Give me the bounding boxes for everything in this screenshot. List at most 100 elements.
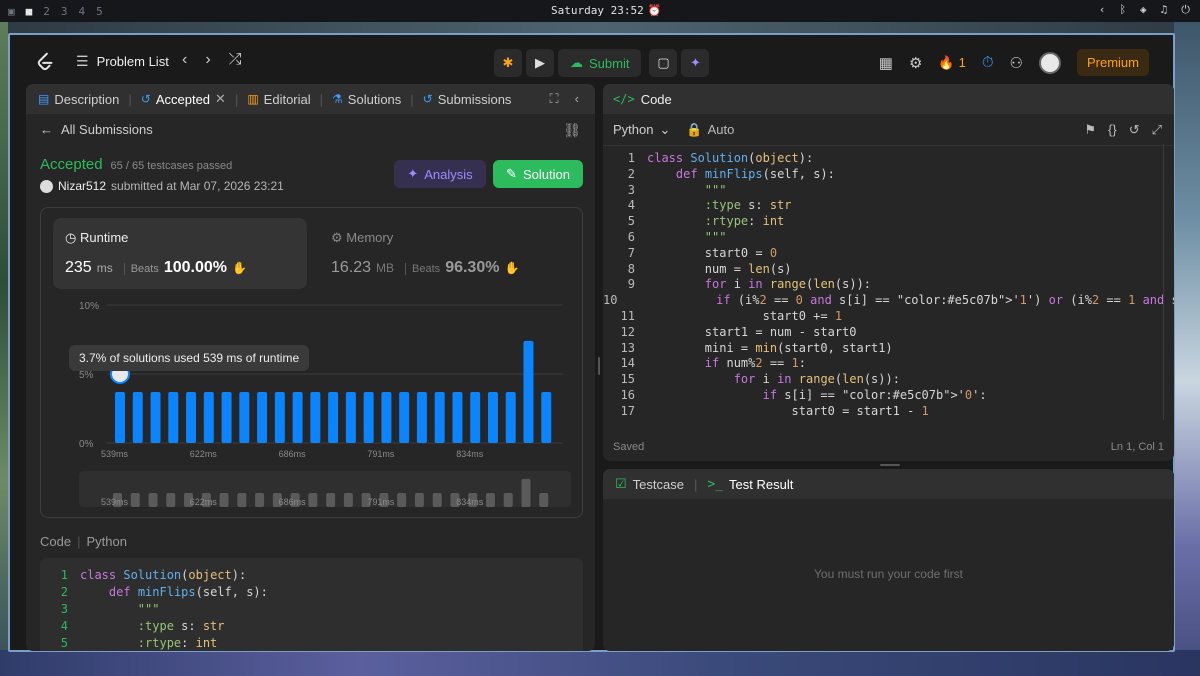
- code-editor[interactable]: 1 class Solution(object): 2 def minFlips(s…: [603, 151, 1174, 423]
- code-line[interactable]: 14 if num%2 == 1:: [603, 356, 1174, 372]
- clock[interactable]: Saturday 23:52 ⏰: [551, 4, 661, 17]
- chart-bar[interactable]: [310, 391, 321, 443]
- runtime-card[interactable]: ◷ Runtime 235 ms Beats 100.00% ✋: [53, 218, 307, 289]
- code-line[interactable]: 7 start0 = 0: [603, 246, 1174, 262]
- chart-bar[interactable]: [132, 391, 143, 443]
- tab-solutions[interactable]: ⚗ Solutions: [332, 92, 401, 107]
- debug-button[interactable]: ✱: [494, 49, 522, 77]
- chart-bar[interactable]: [363, 391, 374, 443]
- timer-icon[interactable]: ⏱: [982, 54, 994, 71]
- prev-problem-icon[interactable]: ‹: [182, 51, 187, 69]
- tab-testcase[interactable]: Testcase: [633, 477, 684, 492]
- workspace-3[interactable]: 3: [61, 5, 68, 18]
- user-avatar[interactable]: [40, 179, 53, 193]
- headphones-icon[interactable]: ♫: [1161, 3, 1168, 17]
- code-line[interactable]: 2 def minFlips(self, s):: [603, 167, 1174, 183]
- code-line[interactable]: 5 :rtype: int: [40, 636, 583, 651]
- grid-icon[interactable]: ▣: [8, 5, 15, 18]
- chart-bar[interactable]: [470, 391, 481, 443]
- tab-submissions[interactable]: ↺ Submissions: [423, 92, 512, 107]
- chart-bar[interactable]: [345, 391, 356, 443]
- horizontal-splitter[interactable]: [880, 464, 900, 466]
- code-line[interactable]: 10 if (i%2 == 0 and s[i] == "color:#e5c0…: [603, 293, 1174, 309]
- wifi-icon[interactable]: ◈: [1140, 3, 1147, 17]
- analysis-button[interactable]: ✦ Analysis: [394, 160, 486, 188]
- chevron-left-icon[interactable]: ‹: [1099, 3, 1106, 17]
- code-line[interactable]: 15 for i in range(len(s)):: [603, 372, 1174, 388]
- code-line[interactable]: 17 start0 = start1 - 1: [603, 404, 1174, 420]
- maximize-icon[interactable]: ⛶: [550, 91, 559, 107]
- next-problem-icon[interactable]: ›: [205, 51, 210, 69]
- streak-counter[interactable]: 🔥 1: [938, 55, 965, 71]
- username-link[interactable]: Nizar512: [58, 179, 106, 193]
- memory-card[interactable]: ⚙ Memory 16.23 MB Beats 96.30% ✋: [331, 218, 571, 289]
- code-line[interactable]: 3 """: [603, 183, 1174, 199]
- runtime-distribution-chart[interactable]: 10% 5% 0% 539ms 539ms 622ms 622ms 686ms 686ms 791…: [41, 293, 584, 518]
- chart-bar[interactable]: [487, 391, 498, 443]
- submitted-code[interactable]: 1 class Solution(object): 2 def minFlips(s…: [40, 558, 583, 651]
- code-line[interactable]: 5 :rtype: int: [603, 214, 1174, 230]
- code-line[interactable]: 1 class Solution(object):: [603, 151, 1174, 167]
- code-line[interactable]: 8 num = len(s): [603, 262, 1174, 278]
- avatar[interactable]: [1038, 51, 1061, 74]
- workspace-4[interactable]: 4: [79, 5, 86, 18]
- add-user-icon[interactable]: ⚇: [1010, 54, 1023, 72]
- tab-accepted[interactable]: ↺ Accepted ✕: [141, 91, 226, 107]
- code-line[interactable]: 9 for i in range(len(s)):: [603, 277, 1174, 293]
- shuffle-icon[interactable]: ⤮: [229, 51, 242, 69]
- reset-icon[interactable]: ↺: [1129, 122, 1140, 138]
- share-link-icon[interactable]: ⛓: [563, 122, 581, 139]
- chart-bar[interactable]: [186, 391, 197, 443]
- chart-bar[interactable]: [452, 391, 463, 443]
- code-line[interactable]: 11 start0 += 1: [603, 309, 1174, 325]
- power-icon[interactable]: ⏻: [1181, 3, 1190, 17]
- code-line[interactable]: 13 mini = min(start0, start1): [603, 341, 1174, 357]
- chart-bar[interactable]: [168, 391, 179, 443]
- chart-bar[interactable]: [523, 340, 534, 443]
- vertical-splitter[interactable]: [598, 357, 600, 375]
- chart-bar[interactable]: [257, 391, 268, 443]
- chart-bar[interactable]: [274, 391, 285, 443]
- tab-description[interactable]: ▤ Description: [38, 92, 119, 107]
- run-button[interactable]: ▶: [526, 49, 554, 77]
- notes-button[interactable]: ▢: [649, 49, 678, 77]
- workspace-2[interactable]: 2: [43, 5, 50, 18]
- expand-icon[interactable]: ⤢: [1152, 122, 1162, 138]
- code-line[interactable]: 1 class Solution(object):: [40, 568, 583, 585]
- code-line[interactable]: 12 start1 = num - start0: [603, 325, 1174, 341]
- gear-icon[interactable]: ⚙: [909, 54, 922, 72]
- solution-button[interactable]: ✎ Solution: [493, 160, 583, 188]
- chart-bar[interactable]: [541, 391, 552, 443]
- chart-bar[interactable]: [115, 391, 125, 443]
- chart-bar[interactable]: [505, 391, 516, 443]
- editor-scrollbar[interactable]: [1163, 144, 1164, 420]
- language-select[interactable]: Python ⌄: [613, 122, 670, 138]
- submit-button[interactable]: ☁ Submit: [558, 49, 642, 77]
- layout-grid-icon[interactable]: ▦: [879, 54, 893, 72]
- chart-bar[interactable]: [221, 391, 232, 443]
- premium-button[interactable]: Premium: [1076, 49, 1149, 76]
- code-line[interactable]: 4 :type s: str: [40, 619, 583, 636]
- collapse-icon[interactable]: ‹: [575, 91, 579, 107]
- chart-bar[interactable]: [328, 391, 339, 443]
- code-line[interactable]: 16 if s[i] == "color:#e5c07b">'0':: [603, 388, 1174, 404]
- code-line[interactable]: 4 :type s: str: [603, 198, 1174, 214]
- chart-bar[interactable]: [292, 391, 303, 443]
- ai-assist-button[interactable]: ✦: [681, 49, 710, 77]
- workspace-5[interactable]: 5: [96, 5, 103, 18]
- chart-bar[interactable]: [150, 391, 161, 443]
- bluetooth-icon[interactable]: ᛒ: [1119, 3, 1126, 17]
- chart-bar[interactable]: [434, 391, 445, 443]
- problem-list-button[interactable]: ☰ Problem List: [76, 53, 169, 70]
- all-submissions-link[interactable]: ← All Submissions: [40, 122, 153, 137]
- leetcode-logo-icon[interactable]: [34, 51, 56, 73]
- code-line[interactable]: 2 def minFlips(self, s):: [40, 585, 583, 602]
- tab-test-result[interactable]: Test Result: [729, 477, 793, 492]
- chart-bar[interactable]: [381, 391, 392, 443]
- chart-bar[interactable]: [239, 391, 250, 443]
- braces-icon[interactable]: {}: [1108, 122, 1117, 138]
- chart-bar[interactable]: [399, 391, 410, 443]
- workspace-active-icon[interactable]: ■: [26, 5, 33, 18]
- chart-bar[interactable]: [203, 391, 214, 443]
- bookmark-icon[interactable]: ⚑: [1084, 122, 1096, 138]
